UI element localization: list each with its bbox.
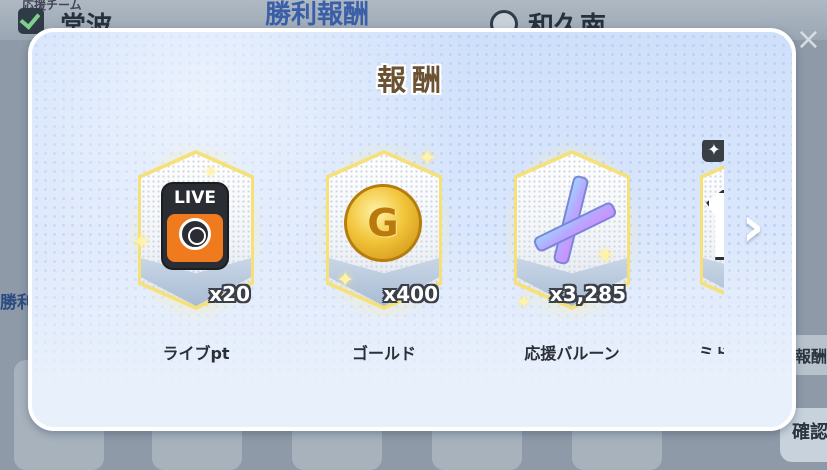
reward-dialog: 報酬 LIVE ✦ ✦ x20 ライブpt G ✦ ✦ x400 ゴールド ✦ … bbox=[28, 28, 796, 431]
sparkle-icon: ✦ bbox=[336, 268, 355, 293]
sparkle-icon: ✦ bbox=[132, 230, 151, 255]
gold-coin-letter: G bbox=[367, 201, 399, 245]
reward-label: ミド bbox=[700, 340, 724, 354]
sparkle-icon: ✦ bbox=[596, 244, 615, 269]
reward-card-cheer-balloon[interactable]: ✦ ✦ x3,285 応援バルーン bbox=[504, 142, 640, 363]
reward-quantity: x20 bbox=[209, 282, 250, 306]
background-right-label: 報酬 bbox=[795, 347, 827, 366]
reward-card-gold[interactable]: G ✦ ✦ x400 ゴールド bbox=[316, 142, 452, 363]
sparkle-icon: ✦ bbox=[516, 292, 532, 313]
star-badge-icon: ✦ bbox=[702, 140, 724, 162]
reward-label: ゴールド bbox=[351, 344, 416, 363]
reward-quantity: x400 bbox=[383, 282, 438, 306]
gold-coin-icon: G bbox=[344, 184, 422, 262]
sparkle-icon: ✦ bbox=[418, 146, 437, 171]
next-arrow-icon[interactable]: › bbox=[736, 198, 770, 256]
sparkle-icon: ✦ bbox=[204, 162, 218, 181]
reward-label: 応援バルーン bbox=[524, 344, 620, 363]
close-icon: × bbox=[795, 22, 821, 57]
team-checkbox-checked bbox=[18, 8, 44, 34]
reward-card-clip: ✦ ミド bbox=[700, 140, 724, 354]
confirm-button-label: 確認 bbox=[792, 422, 827, 443]
volleyball-icon bbox=[179, 218, 211, 250]
reward-card-uniform[interactable]: ✦ ミド bbox=[700, 140, 724, 354]
live-ticket-text: LIVE bbox=[174, 188, 216, 208]
dialog-title: 報酬 bbox=[376, 63, 447, 97]
cheer-balloon-icon bbox=[533, 175, 617, 265]
reward-card-live-pt[interactable]: LIVE ✦ ✦ x20 ライブpt bbox=[128, 142, 264, 363]
reward-label: ライブpt bbox=[162, 344, 230, 363]
live-ticket-icon: LIVE bbox=[161, 182, 229, 270]
background-title: 勝利報酬 bbox=[265, 0, 370, 30]
reward-quantity: x3,285 bbox=[549, 282, 626, 306]
live-ticket-bottom bbox=[167, 214, 223, 262]
